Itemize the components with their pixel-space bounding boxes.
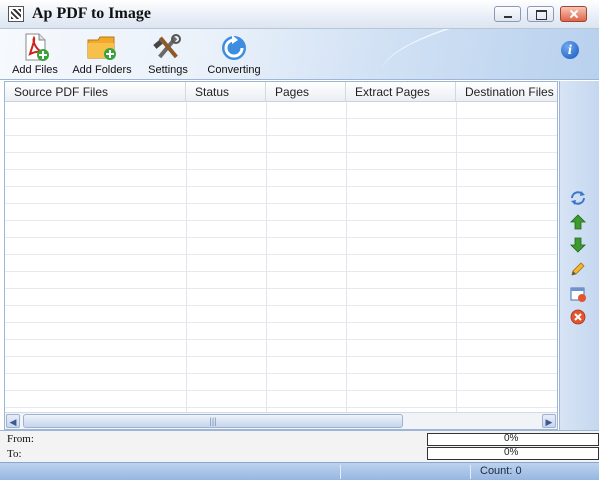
refresh-icon [222,35,246,60]
list-rows [5,102,557,412]
add-folders-button[interactable]: Add Folders [71,32,133,76]
status-divider [470,465,471,479]
scroll-thumb[interactable]: ||| [23,414,403,428]
add-files-button[interactable]: Add Files [9,32,61,76]
status-divider [340,465,341,479]
column-status[interactable]: Status [186,82,266,102]
refresh-icon[interactable] [569,189,587,207]
side-action-panel [559,81,599,430]
column-divider [266,102,267,412]
pdf-add-icon [25,33,49,61]
converting-label: Converting [207,64,261,76]
title-bar: Ap PDF to Image [0,0,599,29]
maximize-button[interactable] [527,6,554,22]
edit-icon[interactable] [569,260,587,278]
from-progress-bar: 0% [427,433,599,446]
scroll-right-button[interactable]: ▶ [542,414,556,428]
tools-icon [153,34,181,59]
column-divider [346,102,347,412]
close-icon [561,7,586,21]
list-header: Source PDF Files Status Pages Extract Pa… [5,82,557,102]
move-up-icon[interactable] [569,213,587,231]
column-destination-files[interactable]: Destination Files [456,82,557,102]
settings-button[interactable]: Settings [145,32,191,76]
delete-icon[interactable] [569,308,587,326]
converting-button[interactable]: Converting [205,32,263,76]
app-icon [8,6,24,22]
add-files-label: Add Files [12,64,58,76]
close-button[interactable] [560,6,587,22]
column-source-pdf-files[interactable]: Source PDF Files [5,82,186,102]
toolbar: Add Files Add Folders Settings Convertin… [0,29,599,80]
to-progress-bar: 0% [427,447,599,460]
folder-add-icon [87,36,116,60]
minimize-button[interactable] [494,6,521,22]
status-bar: Count: 0 [0,462,599,480]
progress-panel: From: To: 0% 0% [0,430,599,462]
window-title: Ap PDF to Image [32,5,151,22]
column-divider [186,102,187,412]
scroll-left-button[interactable]: ◀ [6,414,20,428]
from-progress-percent: 0% [504,433,519,444]
settings-label: Settings [148,64,188,76]
file-count: Count: 0 [480,465,522,477]
to-progress-percent: 0% [504,447,519,458]
file-list[interactable]: Source PDF Files Status Pages Extract Pa… [4,81,558,430]
clear-list-icon[interactable] [569,285,587,303]
horizontal-scrollbar[interactable]: ◀ ||| ▶ [5,412,557,429]
to-label: To: [7,448,22,460]
column-pages[interactable]: Pages [266,82,346,102]
from-label: From: [7,433,34,445]
info-icon[interactable]: i [561,41,579,59]
column-divider [456,102,457,412]
maximize-icon [528,7,553,21]
minimize-icon [495,7,520,21]
column-extract-pages[interactable]: Extract Pages [346,82,456,102]
move-down-icon[interactable] [569,236,587,254]
add-folders-label: Add Folders [72,64,132,76]
